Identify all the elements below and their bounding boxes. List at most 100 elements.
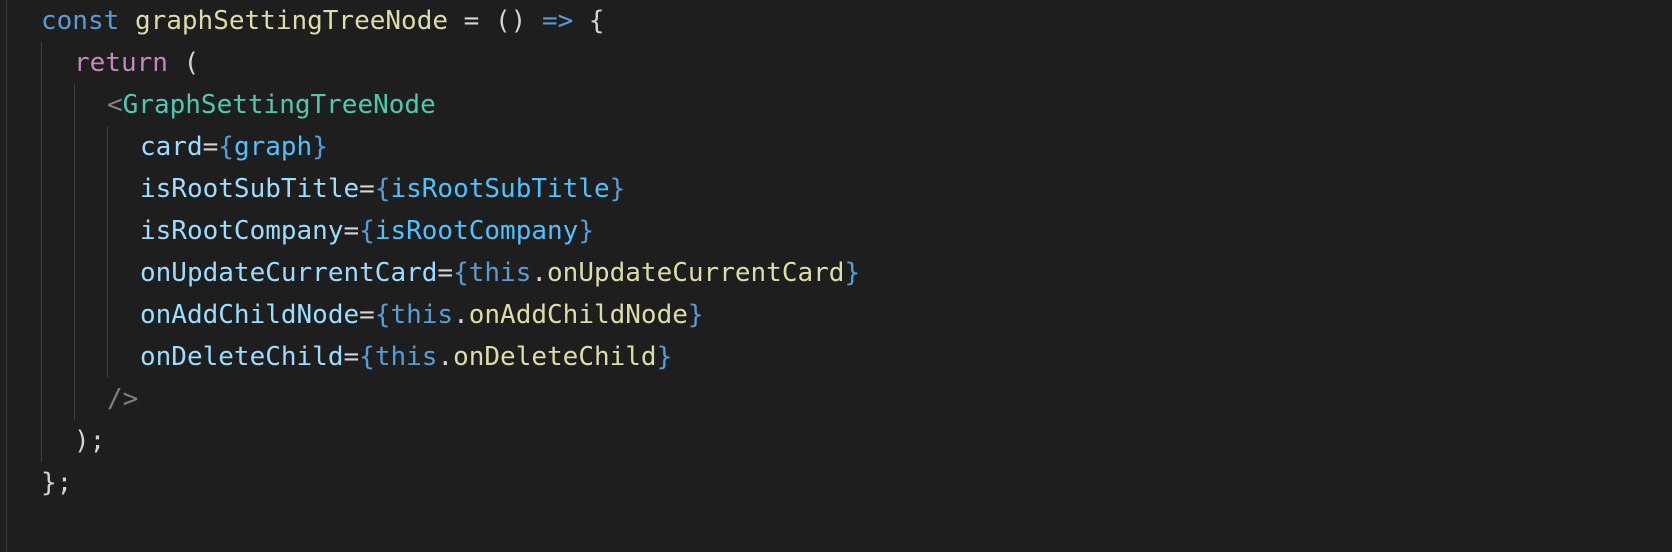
indent-guide [41, 336, 42, 378]
code-token: { [374, 300, 391, 330]
code-token: < [107, 90, 123, 120]
code-line[interactable]: /> [41, 378, 860, 420]
code-token: = [437, 258, 454, 288]
code-line-content: onDeleteChild={this.onDeleteChild} [41, 342, 672, 372]
code-token: } [312, 132, 328, 162]
indent-guide [74, 336, 75, 378]
code-line[interactable]: ); [41, 420, 860, 462]
code-token: this [374, 342, 438, 372]
code-line-content: isRootCompany={isRootCompany} [41, 216, 594, 246]
code-line-content: card={graph} [41, 132, 328, 162]
code-token: isRootCompany [140, 216, 344, 246]
code-editor[interactable]: const graphSettingTreeNode = () => { retu… [0, 0, 1672, 552]
code-token: isRootCompany [374, 216, 579, 246]
code-token: onAddChildNode [468, 300, 688, 330]
indent-guide [41, 252, 42, 294]
code-line-content: /> [41, 384, 138, 414]
code-token: => [541, 6, 574, 36]
code-line[interactable]: <GraphSettingTreeNode [41, 84, 860, 126]
code-token: /> [107, 384, 139, 414]
indent-guide [107, 336, 108, 378]
indent-guide [107, 294, 108, 336]
code-token: isRootSubTitle [140, 174, 360, 204]
code-line[interactable]: isRootSubTitle={isRootSubTitle} [41, 168, 860, 210]
code-token: onDeleteChild [140, 342, 344, 372]
code-token: isRootSubTitle [390, 174, 610, 204]
code-line-content: return ( [41, 48, 199, 78]
code-line-content: onAddChildNode={this.onAddChildNode} [41, 300, 704, 330]
code-token: card [140, 132, 203, 162]
indent-guide [107, 126, 108, 168]
code-token: } [609, 174, 626, 204]
code-token: graph [233, 132, 313, 162]
code-token: onUpdateCurrentCard [547, 258, 845, 288]
indent-guide [74, 378, 75, 420]
indent-guide [107, 168, 108, 210]
code-token: = [359, 300, 375, 330]
code-token: = () [448, 6, 542, 36]
code-token: } [578, 216, 594, 246]
code-token: } [844, 258, 861, 288]
code-token: { [359, 216, 375, 246]
code-token: . [531, 258, 548, 288]
code-token: = [202, 132, 219, 162]
code-token: { [359, 342, 375, 372]
indent-guide [74, 210, 75, 252]
code-token: const [41, 6, 120, 36]
indent-guide [74, 126, 75, 168]
code-token: } [687, 300, 704, 330]
code-line[interactable]: isRootCompany={isRootCompany} [41, 210, 860, 252]
code-token: { [218, 132, 234, 162]
code-line-content: ); [41, 426, 105, 456]
code-line[interactable]: onAddChildNode={this.onAddChildNode} [41, 294, 860, 336]
code-token: { [573, 6, 605, 36]
indent-guide [107, 210, 108, 252]
code-token: { [453, 258, 469, 288]
indent-guide [41, 420, 42, 462]
indent-guide [41, 126, 42, 168]
code-line[interactable]: onDeleteChild={this.onDeleteChild} [41, 336, 860, 378]
code-token: = [343, 342, 360, 372]
code-token: }; [41, 468, 73, 498]
code-token: this [390, 300, 454, 330]
indent-guide [74, 294, 75, 336]
code-line-content: isRootSubTitle={isRootSubTitle} [41, 174, 625, 204]
indent-guide [41, 84, 42, 126]
code-line[interactable]: }; [41, 462, 860, 504]
code-token: return [74, 48, 168, 78]
code-token: ( [167, 48, 200, 78]
code-token: onDeleteChild [453, 342, 657, 372]
indent-guide [74, 168, 75, 210]
code-token: onAddChildNode [140, 300, 360, 330]
code-line[interactable]: onUpdateCurrentCard={this.onUpdateCurren… [41, 252, 860, 294]
code-token: ); [74, 426, 106, 456]
code-line-content: const graphSettingTreeNode = () => { [41, 6, 605, 36]
indent-guide [41, 210, 42, 252]
code-line[interactable]: const graphSettingTreeNode = () => { [41, 0, 860, 42]
indent-guide [41, 294, 42, 336]
code-line-content: }; [41, 468, 72, 498]
code-token: { [374, 174, 391, 204]
indent-guide [41, 378, 42, 420]
code-token: onUpdateCurrentCard [140, 258, 438, 288]
code-area[interactable]: const graphSettingTreeNode = () => { retu… [41, 0, 860, 504]
indent-guide [41, 42, 42, 84]
code-line-content: onUpdateCurrentCard={this.onUpdateCurren… [41, 258, 860, 288]
code-token: = [343, 216, 360, 246]
code-token: = [359, 174, 375, 204]
editor-gutter-edge [6, 0, 7, 552]
indent-guide [74, 252, 75, 294]
indent-guide [74, 84, 75, 126]
code-token: . [437, 342, 454, 372]
code-line-content: <GraphSettingTreeNode [41, 90, 436, 120]
code-token: GraphSettingTreeNode [122, 90, 436, 120]
code-token: . [453, 300, 469, 330]
code-line[interactable]: card={graph} [41, 126, 860, 168]
code-line[interactable]: return ( [41, 42, 860, 84]
code-token: } [656, 342, 673, 372]
code-token: this [468, 258, 532, 288]
indent-guide [41, 168, 42, 210]
indent-guide [107, 252, 108, 294]
code-token: graphSettingTreeNode [134, 6, 449, 36]
